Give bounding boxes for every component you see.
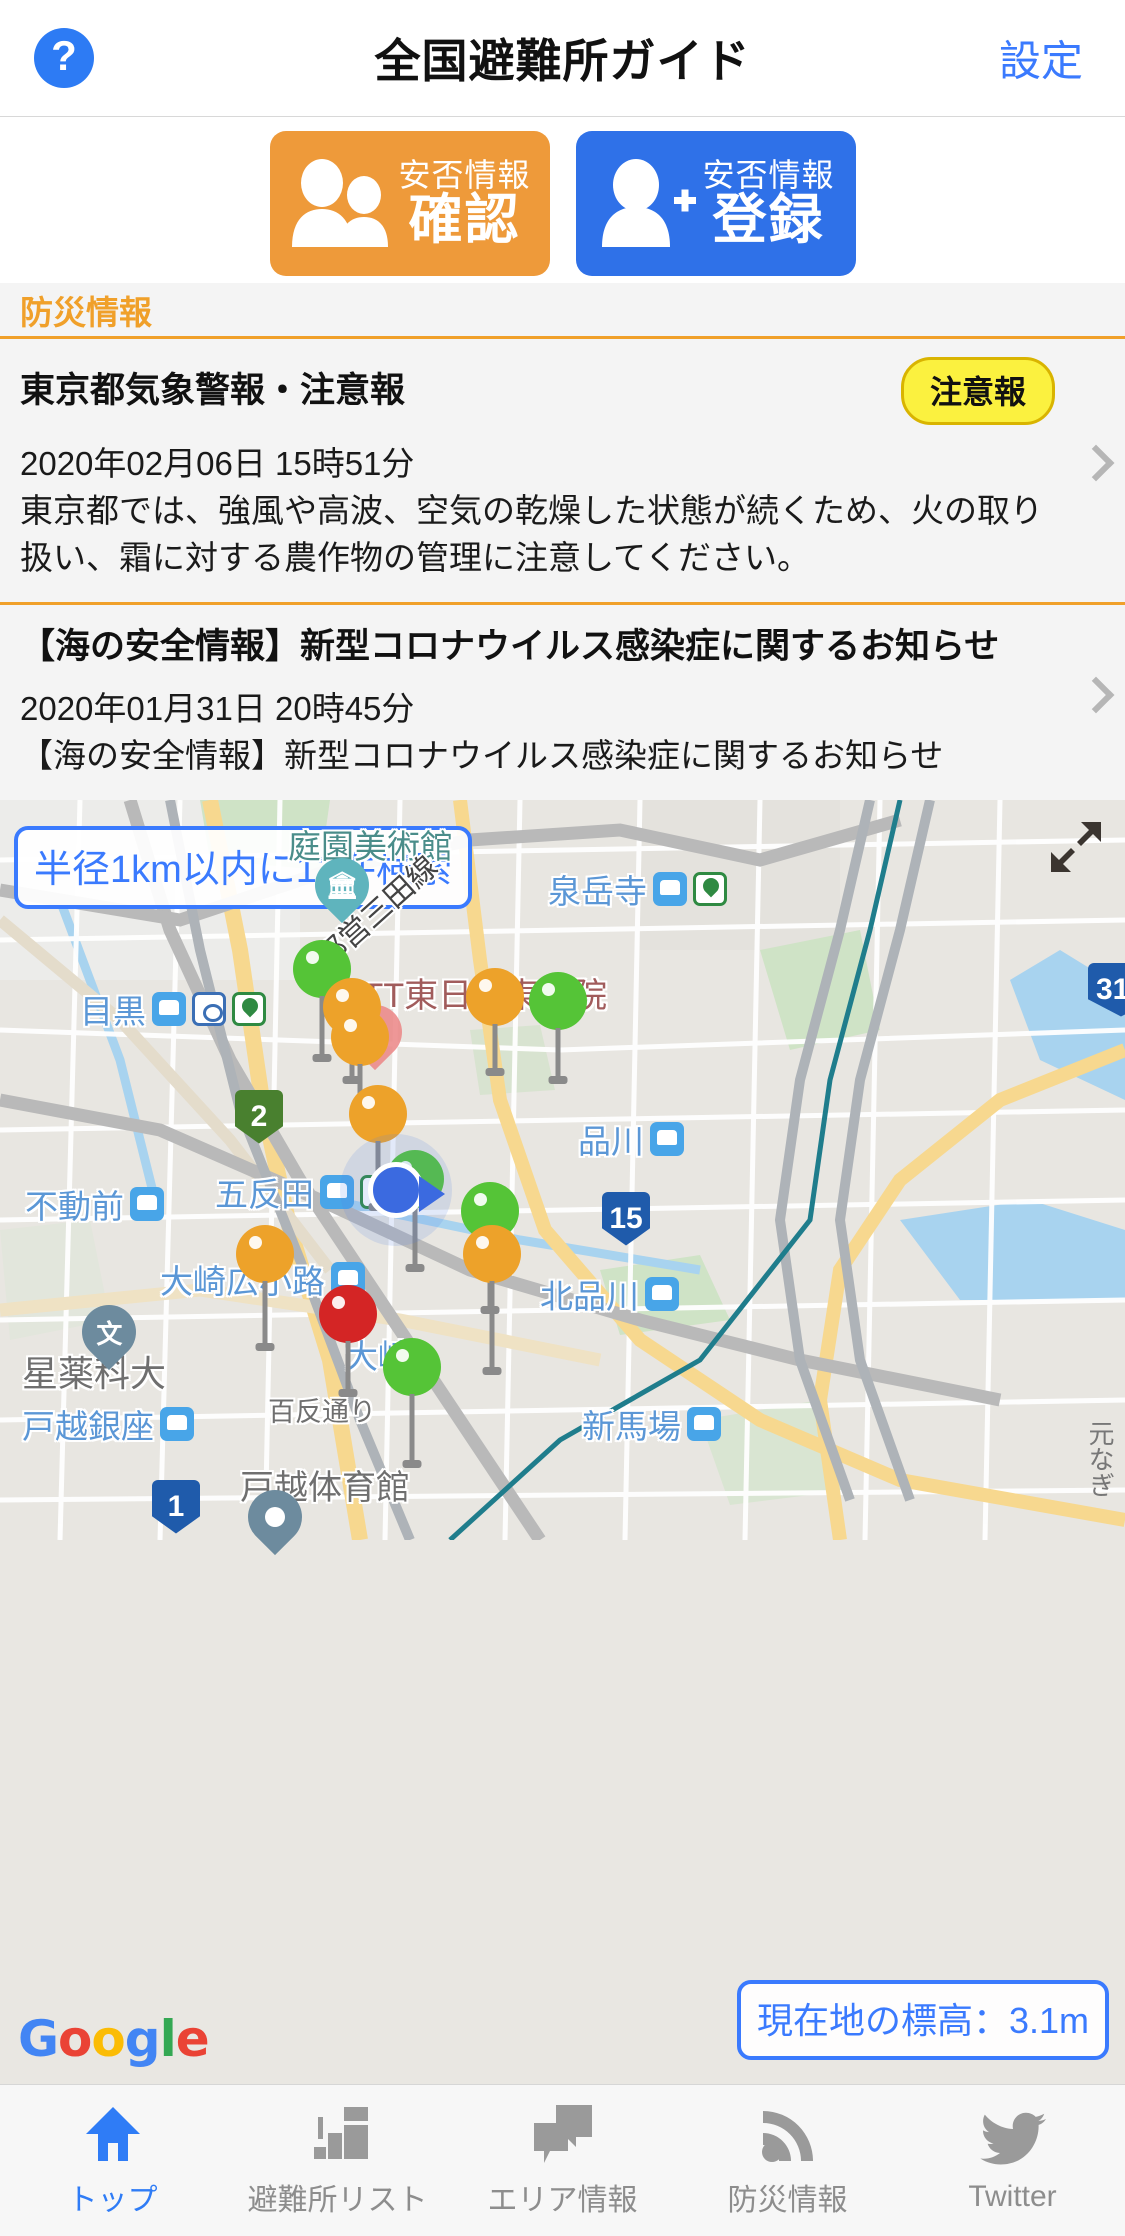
station-name: 北品川 (540, 1277, 639, 1315)
tab-label: 防災情報 (727, 2183, 848, 2217)
fullscreen-expand-icon[interactable] (1047, 818, 1105, 876)
shelter-marker-orange[interactable] (463, 1224, 521, 1375)
news-description: 東京都では、強風や高波、空気の乾燥した状態が続くため、火の取り扱い、霜に対する農… (20, 491, 1043, 576)
station-icon (687, 1406, 721, 1441)
safety-confirm-big-label: 確認 (408, 190, 521, 250)
home-icon (82, 2103, 144, 2165)
shelter-marker-orange[interactable] (466, 967, 524, 1076)
disaster-section-header: 防災情報 (0, 283, 1125, 339)
question-mark-icon[interactable]: ? (34, 28, 94, 88)
map-label-sengakuji: 泉岳寺 (548, 865, 727, 913)
shelter-marker-green[interactable] (383, 1337, 441, 1468)
bottom-tab-bar: トップ 避難所リスト エリア情報 防災情報 Twitter (0, 2084, 1125, 2236)
tab-label: 避難所リスト (247, 2183, 428, 2217)
shelter-map[interactable]: 半径1km以内に13件検索 目黒 泉岳寺 品川 五反田 不動前 大崎広小路 北品… (0, 799, 1125, 2084)
rss-feed-icon (759, 2103, 817, 2165)
safety-confirm-button[interactable]: 安否情報 確認 (269, 130, 550, 276)
chevron-right-icon (1083, 450, 1105, 490)
safety-register-big-label: 登録 (712, 190, 825, 250)
news-description: 【海の安全情報】新型コロナウイルス感染症に関するお知らせ (20, 736, 944, 774)
station-name: 品川 (578, 1122, 644, 1160)
news-title-row: 【海の安全情報】新型コロナウイルス感染症に関するお知らせ (20, 623, 1055, 670)
shelter-marker-green[interactable] (529, 971, 587, 1084)
park-icon (232, 991, 266, 1026)
tab-area-info[interactable]: エリア情報 (450, 2103, 675, 2219)
station-name: 戸越銀座 (22, 1407, 154, 1445)
station-name: 不動前 (25, 1187, 124, 1225)
safety-confirm-text: 安否情報 確認 (398, 159, 530, 247)
tab-label: エリア情報 (487, 2183, 638, 2217)
station-icon (130, 1186, 164, 1221)
tab-disaster-info[interactable]: 防災情報 (675, 2103, 900, 2219)
station-name: 目黒 (80, 992, 146, 1030)
person-plus-icon (596, 157, 697, 249)
shelter-list-icon (304, 2103, 372, 2165)
safety-confirm-small-label: 安否情報 (398, 157, 531, 193)
speech-bubbles-icon (530, 2103, 596, 2165)
safety-register-text: 安否情報 登録 (702, 159, 834, 247)
station-name: 五反田 (215, 1175, 314, 1213)
status-badge: 注意報 (900, 357, 1055, 425)
map-label-meguro: 目黒 (80, 985, 266, 1033)
google-attribution-logo: Google (18, 2010, 210, 2068)
map-label-fudomae: 不動前 (25, 1180, 164, 1228)
news-item-marine-safety[interactable]: 【海の安全情報】新型コロナウイルス感染症に関するお知らせ 2020年01月31日… (0, 604, 1125, 800)
news-timestamp: 2020年02月06日 15時51分 (20, 445, 415, 482)
tab-twitter[interactable]: Twitter (900, 2108, 1125, 2214)
news-timestamp: 2020年01月31日 20時45分 (20, 689, 415, 727)
disaster-section-label: 防災情報 (20, 293, 152, 331)
news-title: 【海の安全情報】新型コロナウイルス感染症に関するお知らせ (20, 626, 1000, 666)
map-label-shimbamba: 新馬場 (582, 1400, 721, 1448)
app-root: ? 全国避難所ガイド 設定 安否情報 確認 安否情報 登録 防災情報 東京都気象… (0, 0, 1125, 2236)
safety-register-button[interactable]: 安否情報 登録 (575, 130, 856, 276)
chevron-right-icon (1083, 682, 1105, 722)
tab-top[interactable]: トップ (0, 2103, 225, 2219)
map-label-kitashinagawa: 北品川 (540, 1270, 679, 1318)
map-label-shinagawa: 品川 (578, 1115, 684, 1163)
safety-buttons-row: 安否情報 確認 安否情報 登録 (0, 117, 1125, 283)
news-body: 2020年02月06日 15時51分 東京都では、強風や高波、空気の乾燥した状態… (20, 441, 1055, 582)
safety-register-small-label: 安否情報 (702, 157, 835, 193)
station-icon (645, 1276, 679, 1311)
elevation-badge[interactable]: 現在地の標高：3.1m (736, 1980, 1109, 2060)
station-name: 新馬場 (582, 1407, 681, 1445)
station-name: 泉岳寺 (548, 872, 647, 910)
news-title-row: 東京都気象警報・注意報 注意報 (20, 357, 1055, 425)
tab-label: Twitter (968, 2179, 1057, 2213)
tab-label: トップ (67, 2183, 158, 2217)
current-location-marker (368, 1161, 445, 1218)
page-title: 全国避難所ガイド (374, 35, 751, 87)
twitter-bird-icon (979, 2108, 1046, 2170)
station-icon (650, 1121, 684, 1156)
app-header: ? 全国避難所ガイド 設定 (0, 0, 1125, 117)
settings-button[interactable]: 設定 (999, 28, 1083, 89)
station-icon (160, 1406, 194, 1441)
two-people-icon (288, 157, 392, 249)
map-label-vertical-street: 元なぎ (1085, 1419, 1115, 1498)
metro-icon (192, 991, 226, 1026)
tab-shelter-list[interactable]: 避難所リスト (225, 2103, 450, 2219)
shelter-marker-orange[interactable] (236, 1224, 294, 1351)
news-body: 2020年01月31日 20時45分 【海の安全情報】新型コロナウイルス感染症に… (20, 686, 1055, 780)
shelter-marker-red[interactable] (319, 1284, 377, 1397)
station-icon (152, 991, 186, 1026)
map-label-togoshiginza: 戸越銀座 (22, 1400, 194, 1448)
map-label-hyattandori: 百反通り (268, 1396, 376, 1427)
disaster-news-list: 東京都気象警報・注意報 注意報 2020年02月06日 15時51分 東京都では… (0, 339, 1125, 800)
park-icon (693, 871, 727, 906)
news-title: 東京都気象警報・注意報 (20, 371, 406, 411)
news-item-weather-warning[interactable]: 東京都気象警報・注意報 注意報 2020年02月06日 15時51分 東京都では… (0, 339, 1125, 605)
station-icon (653, 871, 687, 906)
